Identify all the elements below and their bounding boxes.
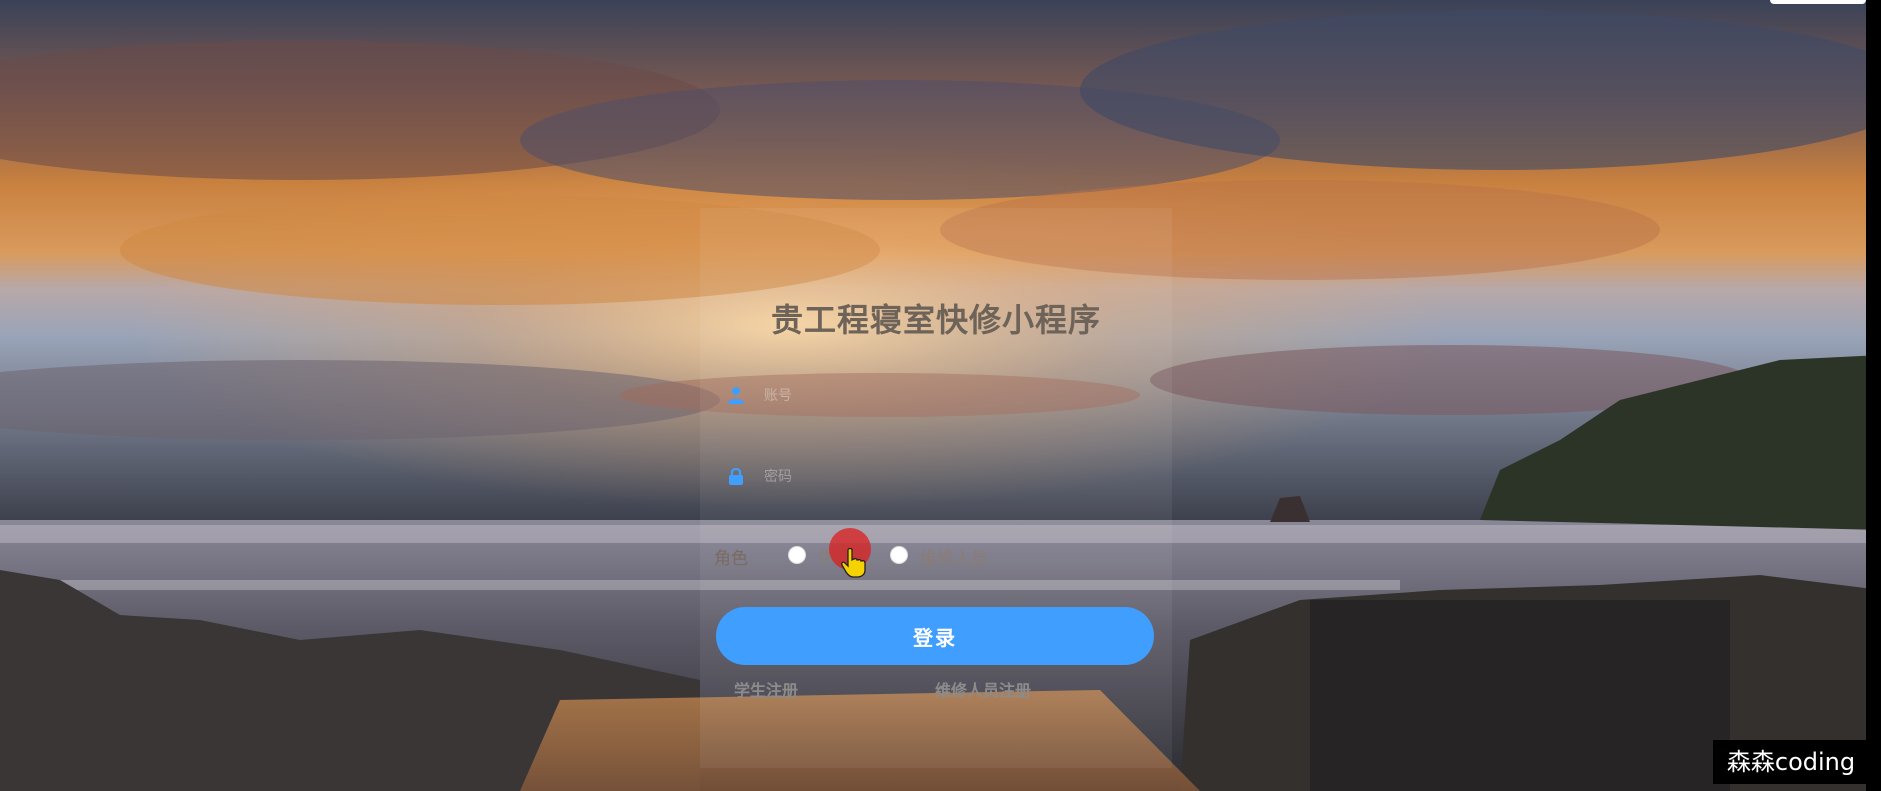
role-selector: 角色 学生 维修人员	[714, 540, 1174, 570]
student-register-link[interactable]: 学生注册	[734, 677, 798, 701]
right-edge-strip	[1866, 0, 1881, 791]
lock-icon	[726, 466, 746, 486]
role-label: 角色	[714, 549, 748, 569]
role-radio-repair-staff[interactable]	[890, 546, 908, 564]
role-radio-student[interactable]	[788, 546, 806, 564]
username-field[interactable]	[722, 375, 1142, 415]
user-icon	[726, 385, 746, 405]
password-field[interactable]	[722, 456, 1142, 496]
top-tab-indicator	[1770, 0, 1866, 4]
staff-register-link[interactable]: 维修人员注册	[935, 677, 1031, 701]
page-title: 贵工程寝室快修小程序	[770, 301, 1101, 339]
hand-cursor-icon	[840, 547, 866, 578]
password-input[interactable]	[762, 460, 1126, 494]
login-button[interactable]: 登录	[716, 607, 1154, 665]
username-input[interactable]	[762, 379, 1126, 413]
watermark: 森森coding	[1713, 740, 1869, 784]
role-label-repair-staff[interactable]: 维修人员	[920, 544, 988, 569]
